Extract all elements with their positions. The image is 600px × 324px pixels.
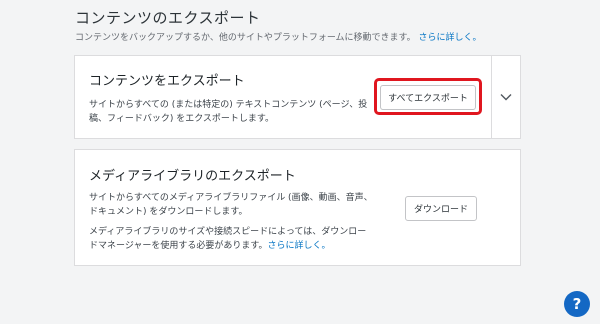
export-description-line-2: 稿、フィードバック) をエクスポートします。 <box>89 114 275 124</box>
export-content-card: コンテンツをエクスポート サイトからすべての (または特定の) テキストコンテン… <box>74 55 521 139</box>
media-note-line-1: メディアライブラリのサイズや接続スピードによっては、ダウンロー <box>89 227 367 237</box>
media-export-description: サイトからすべてのメディアライブラリファイル (画像、動画、音声、 ドキュメント… <box>89 191 389 219</box>
media-learn-more-link[interactable]: さらに詳しく。 <box>267 241 330 251</box>
chevron-down-icon <box>500 94 512 101</box>
download-button[interactable]: ダウンロード <box>405 196 477 221</box>
help-button[interactable]: ? <box>564 291 590 317</box>
export-all-button[interactable]: すべてエクスポート <box>380 85 476 110</box>
page-title: コンテンツのエクスポート <box>75 9 261 27</box>
export-content-description: サイトからすべての (または特定の) テキストコンテンツ (ページ、投 稿、フィ… <box>89 98 389 126</box>
page-description-text: コンテンツをバックアップするか、他のサイトやプラットフォームに移動できます。 <box>75 33 416 43</box>
media-note-line-2-text: ドマネージャーを使用する必要があります。 <box>89 241 268 251</box>
page-description: コンテンツをバックアップするか、他のサイトやプラットフォームに移動できます。 さ… <box>75 30 482 43</box>
media-export-card: メディアライブラリのエクスポート サイトからすべてのメディアライブラリファイル … <box>74 149 521 266</box>
help-icon: ? <box>572 295 582 313</box>
learn-more-link[interactable]: さらに詳しく。 <box>419 33 482 43</box>
expand-toggle[interactable] <box>492 56 520 138</box>
media-export-note: メディアライブラリのサイズや接続スピードによっては、ダウンロー ドマネージャーを… <box>89 225 389 253</box>
media-note-line-2: ドマネージャーを使用する必要があります。さらに詳しく。 <box>89 239 389 253</box>
media-description-line-2: ドキュメント) をダウンロードします。 <box>89 207 248 217</box>
media-description-line-1: サイトからすべてのメディアライブラリファイル (画像、動画、音声、 <box>89 193 373 203</box>
export-content-title: コンテンツをエクスポート <box>89 74 245 89</box>
export-description-line-1: サイトからすべての (または特定の) テキストコンテンツ (ページ、投 <box>89 100 368 110</box>
media-export-title: メディアライブラリのエクスポート <box>89 169 296 184</box>
